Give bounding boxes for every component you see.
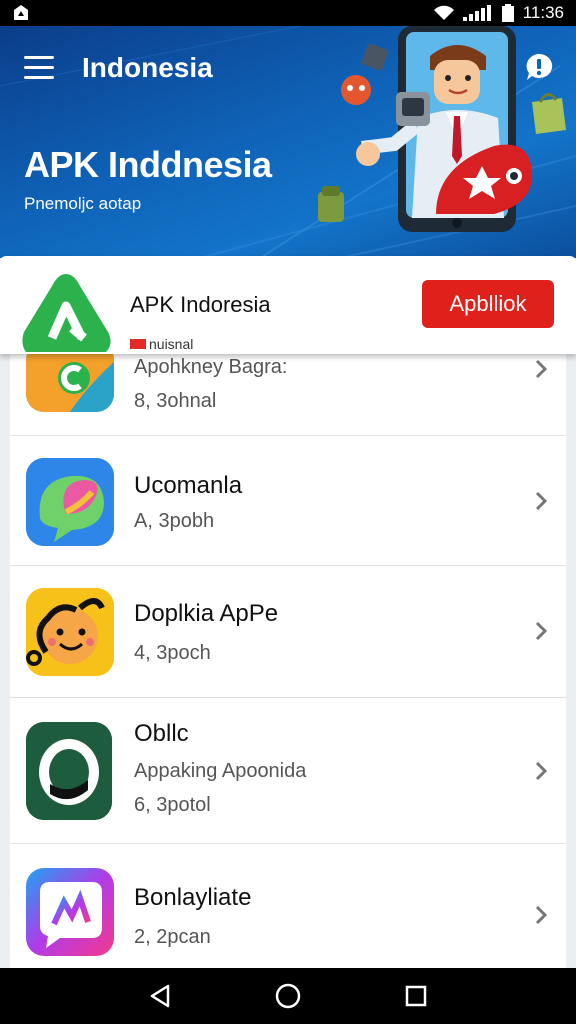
back-triangle-icon bbox=[150, 984, 170, 1008]
app-meta: A, 3роbh bbox=[134, 510, 215, 532]
app-list: Apohkney Bagra: 8, 3ohnal Ucomanla A, 3р… bbox=[10, 340, 566, 972]
menu-button[interactable] bbox=[24, 56, 54, 82]
app-name: Doplkia ApPe bbox=[134, 600, 279, 627]
app-name: Bonlayliate bbox=[134, 884, 252, 911]
list-item[interactable]: Bonlayliate 2, 2pcan bbox=[10, 844, 566, 972]
home-button[interactable] bbox=[268, 976, 308, 1016]
chevron-right-icon bbox=[535, 761, 548, 781]
hero-illustration bbox=[318, 26, 566, 232]
app-name: Obllc bbox=[134, 720, 189, 747]
status-time: 11:36 bbox=[522, 3, 564, 22]
featured-app-subtitle: nuisnal bbox=[130, 336, 193, 352]
header-title: Indonesia bbox=[82, 52, 213, 83]
app-meta: 6, 3potol bbox=[134, 794, 211, 816]
navigation-bar bbox=[0, 968, 576, 1024]
status-bar: 11:36 bbox=[0, 0, 576, 26]
install-button[interactable]: Apblliok bbox=[422, 280, 554, 328]
chevron-right-icon bbox=[535, 359, 548, 379]
recents-square-icon bbox=[405, 985, 427, 1007]
back-button[interactable] bbox=[140, 976, 180, 1016]
hero-title: APK Inddnesia bbox=[24, 144, 272, 185]
menu-icon bbox=[24, 56, 54, 79]
app-description: Apohkney Bagra: bbox=[134, 356, 288, 378]
app-meta: 2, 2pcan bbox=[134, 926, 211, 948]
chevron-right-icon bbox=[535, 621, 548, 641]
featured-app-name: APK Indoresia bbox=[130, 292, 271, 317]
featured-app-subtitle-text: nuisnal bbox=[149, 336, 194, 352]
header-banner: Indonesia APK Inddnesia Pnemoljс aotap bbox=[0, 26, 576, 258]
list-item[interactable]: Ucomanla A, 3роbh bbox=[10, 436, 566, 566]
brand-mark-icon bbox=[130, 339, 146, 349]
app-icon bbox=[26, 722, 112, 820]
list-item[interactable]: Doplkia ApPe 4, 3рoch bbox=[10, 566, 566, 698]
featured-app-card[interactable]: APK Indoresia nuisnal Apblliok bbox=[0, 256, 576, 354]
featured-app-icon bbox=[22, 274, 111, 352]
chevron-right-icon bbox=[535, 491, 548, 511]
app-name: Ucomanla bbox=[134, 472, 243, 499]
app-icon bbox=[26, 588, 114, 676]
hero-subtitle: Pnemoljс aotap bbox=[24, 194, 142, 213]
battery-icon bbox=[501, 4, 514, 22]
wifi-icon bbox=[433, 5, 454, 20]
home-circle-icon bbox=[275, 983, 301, 1009]
notification-icon bbox=[14, 5, 28, 20]
app-icon bbox=[26, 458, 114, 546]
chevron-right-icon bbox=[535, 905, 548, 925]
app-icon bbox=[26, 868, 114, 956]
signal-icon bbox=[462, 5, 491, 21]
recents-button[interactable] bbox=[396, 976, 436, 1016]
app-meta: 4, 3рoch bbox=[134, 642, 211, 664]
app-meta: 8, 3ohnal bbox=[134, 390, 217, 412]
app-description: Appaking Apoonida bbox=[134, 760, 307, 782]
list-item[interactable]: Obllc Appaking Apoonida 6, 3potol bbox=[10, 698, 566, 844]
